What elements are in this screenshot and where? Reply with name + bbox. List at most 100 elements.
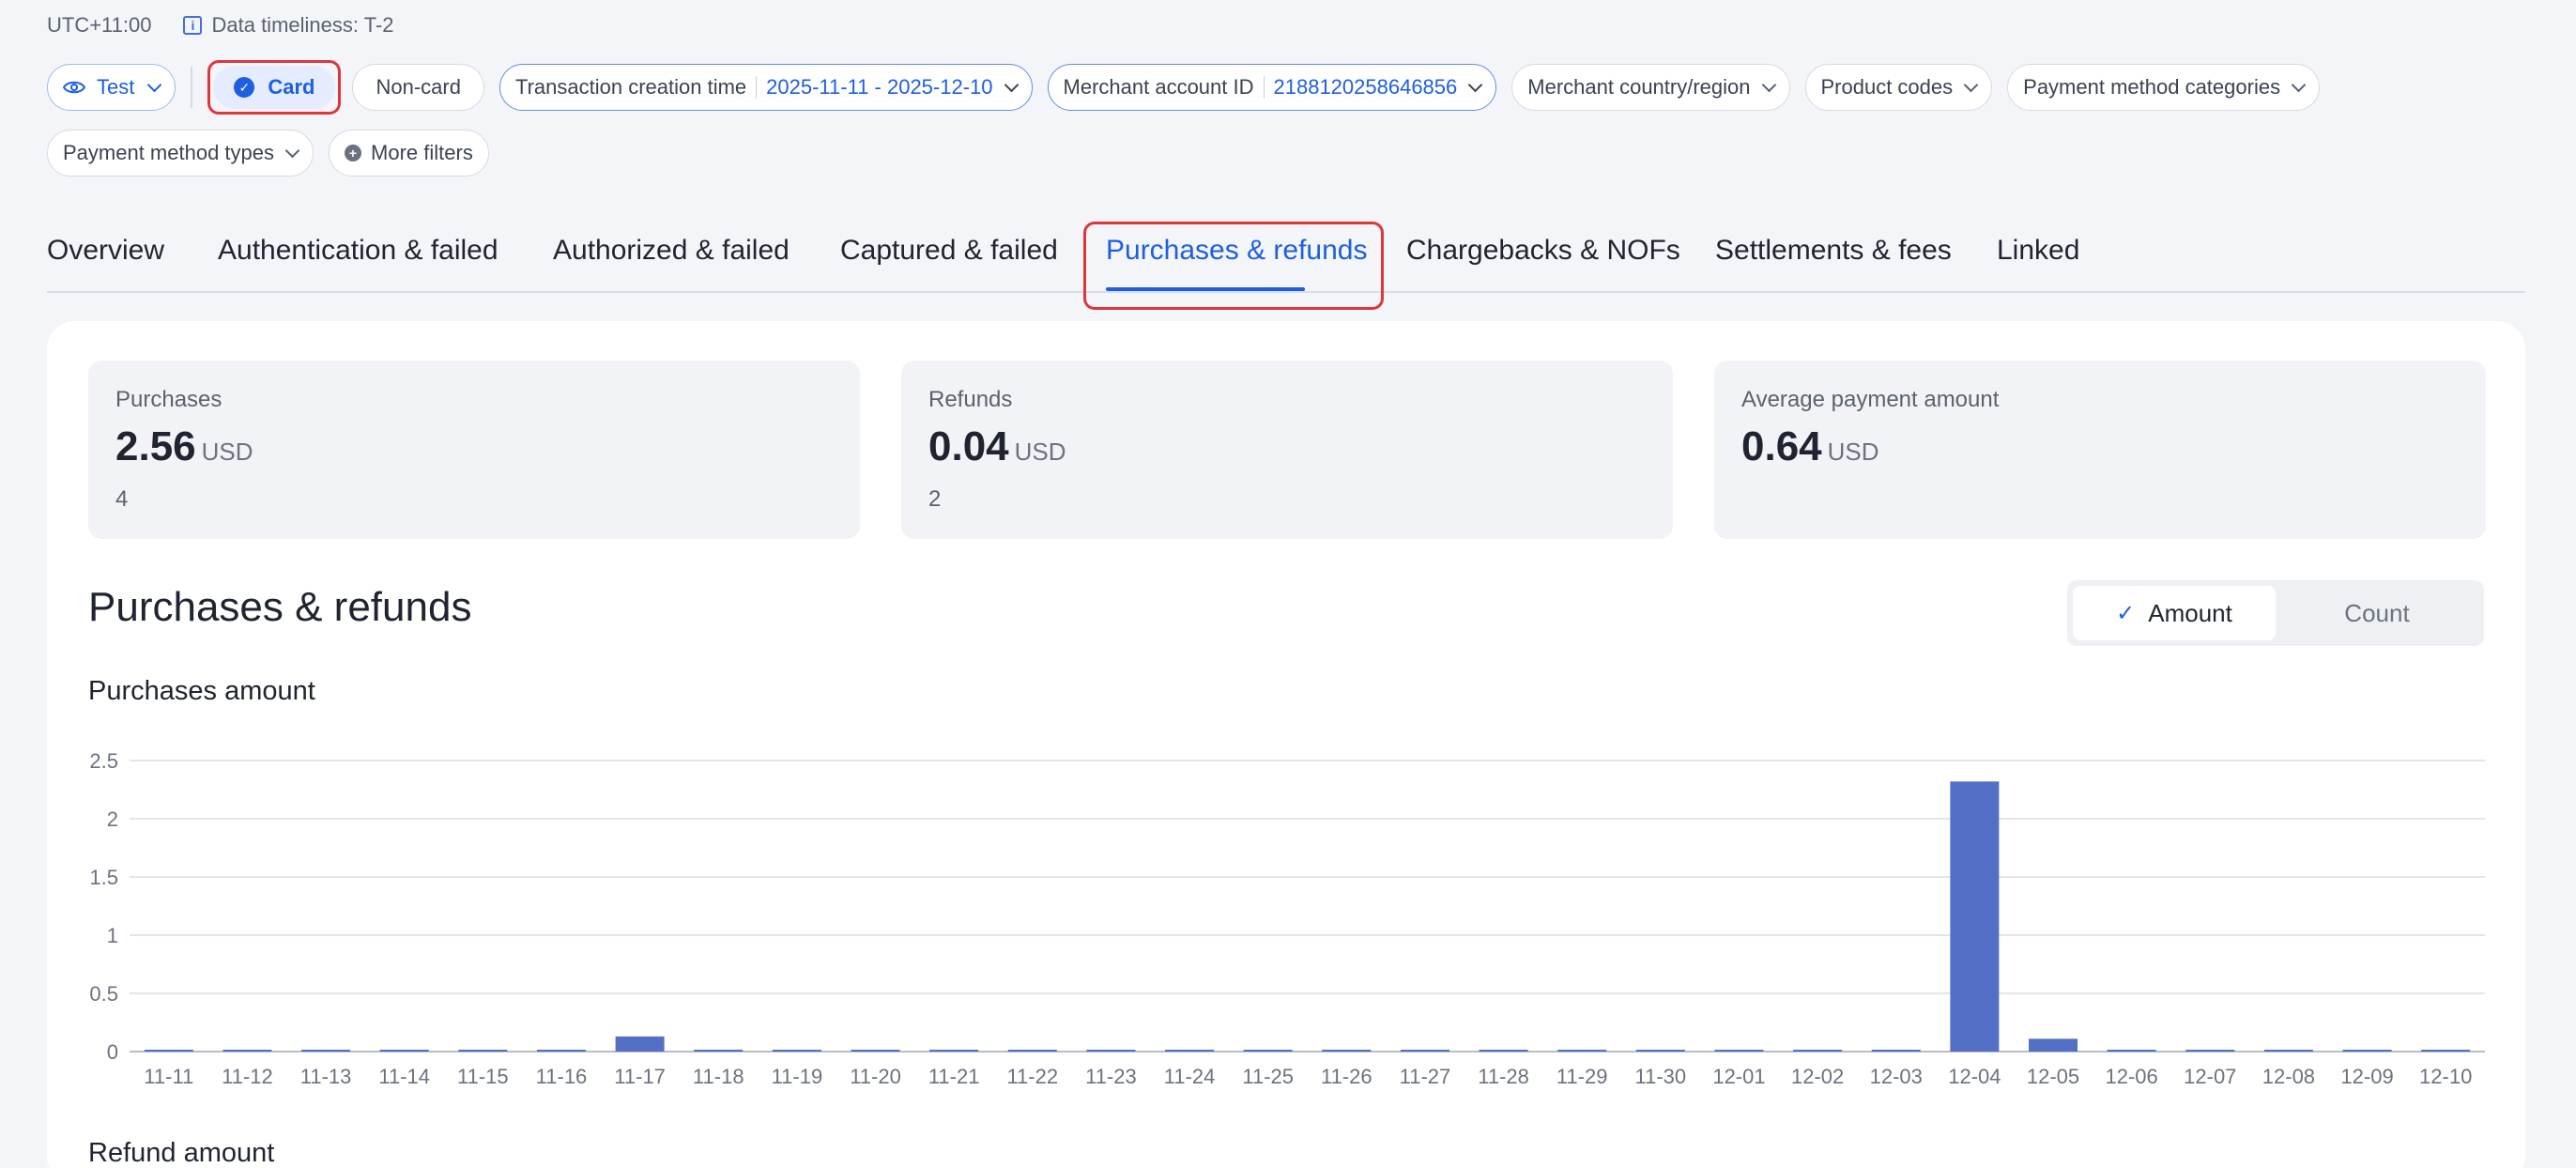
- bar[interactable]: [1793, 1050, 1843, 1052]
- bar[interactable]: [929, 1050, 979, 1052]
- bar[interactable]: [1400, 1050, 1449, 1052]
- x-tick-label: 12-08: [2262, 1065, 2315, 1088]
- x-tick-label: 12-10: [2419, 1065, 2472, 1088]
- bar[interactable]: [2421, 1050, 2471, 1052]
- tab-chargebacks-nofs[interactable]: Chargebacks & NOFs: [1406, 235, 1680, 267]
- payment-method-categories-label: Payment method categories: [2023, 75, 2281, 99]
- bar[interactable]: [1007, 1050, 1057, 1052]
- bar[interactable]: [222, 1050, 272, 1052]
- bar[interactable]: [1950, 781, 2000, 1052]
- product-codes-filter[interactable]: Product codes: [1804, 64, 1993, 111]
- separator: [1263, 76, 1265, 99]
- product-codes-label: Product codes: [1820, 75, 1954, 99]
- x-tick-label: 11-20: [850, 1065, 901, 1088]
- stat-count: 4: [115, 486, 129, 512]
- bar[interactable]: [2029, 1038, 2078, 1052]
- tab-settlements-fees[interactable]: Settlements & fees: [1715, 235, 1952, 267]
- x-tick-label: 12-04: [1948, 1065, 2001, 1088]
- bar[interactable]: [1557, 1050, 1607, 1052]
- payment-method-types-filter[interactable]: Payment method types: [47, 130, 314, 177]
- x-tick-label: 11-19: [772, 1065, 823, 1088]
- payment-method-categories-filter[interactable]: Payment method categories: [2007, 64, 2321, 111]
- bar[interactable]: [615, 1036, 665, 1052]
- check-circle-icon: ✓: [234, 77, 255, 98]
- stat-value: 0.04 USD: [928, 426, 1646, 468]
- info-icon: i: [183, 16, 203, 35]
- bar[interactable]: [851, 1050, 900, 1052]
- amount-count-toggle: ✓ Amount Count: [2067, 580, 2484, 646]
- bar[interactable]: [1635, 1050, 1685, 1052]
- x-tick-label: 11-25: [1242, 1065, 1294, 1088]
- content-panel: Purchases 2.56 USD 4 Refunds 0.04 USD 2 Av…: [47, 321, 2525, 1168]
- transaction-time-filter[interactable]: Transaction creation time 2025-11-11 - 2…: [498, 64, 1033, 111]
- timeliness-label: Data timeliness: T-2: [211, 13, 394, 37]
- y-tick-label: 2: [107, 807, 118, 831]
- filter-bar: Test ✓ Card Non-card Transaction creatio…: [47, 60, 2394, 177]
- bar[interactable]: [379, 1050, 429, 1052]
- bar[interactable]: [2263, 1050, 2313, 1052]
- x-tick-label: 11-28: [1478, 1065, 1529, 1088]
- y-tick-label: 1: [107, 924, 118, 947]
- tab-authorized-failed[interactable]: Authorized & failed: [553, 235, 790, 267]
- refund-chart-title: Refund amount: [88, 1138, 275, 1168]
- tab-purchases-refunds[interactable]: Purchases & refunds: [1106, 235, 1367, 267]
- amount-label: Amount: [2148, 598, 2232, 627]
- average-amount-stat-card: Average payment amount 0.64 USD: [1714, 361, 2486, 539]
- merchant-country-filter[interactable]: Merchant country/region: [1511, 64, 1790, 111]
- more-filters-button[interactable]: + More filters: [329, 130, 489, 177]
- x-tick-label: 12-07: [2184, 1065, 2236, 1088]
- environment-select[interactable]: Test: [47, 64, 176, 111]
- more-filters-label: More filters: [371, 141, 473, 164]
- chevron-down-icon: [1761, 77, 1776, 92]
- count-toggle-option[interactable]: Count: [2276, 586, 2478, 640]
- tab-authentication-failed[interactable]: Authentication & failed: [218, 235, 498, 267]
- bar[interactable]: [694, 1050, 744, 1052]
- chevron-down-icon: [1963, 77, 1979, 92]
- x-tick-label: 11-24: [1164, 1065, 1216, 1088]
- chevron-down-icon: [1004, 77, 1019, 92]
- x-tick-label: 12-05: [2027, 1065, 2079, 1088]
- bar[interactable]: [1322, 1050, 1372, 1052]
- bar[interactable]: [2342, 1050, 2392, 1052]
- bar[interactable]: [2107, 1050, 2156, 1052]
- card-toggle-highlight: ✓ Card: [207, 60, 342, 115]
- purchases-stat-card: Purchases 2.56 USD 4: [88, 361, 860, 539]
- bar[interactable]: [1479, 1050, 1528, 1052]
- tab-overview[interactable]: Overview: [47, 235, 164, 267]
- noncard-toggle-button[interactable]: Non-card: [352, 64, 484, 111]
- stat-count: 2: [928, 486, 942, 512]
- active-tab-indicator: [1106, 287, 1305, 291]
- merchant-account-filter[interactable]: Merchant account ID 2188120258646856: [1047, 64, 1497, 111]
- merchant-country-label: Merchant country/region: [1527, 75, 1751, 99]
- x-tick-label: 11-17: [614, 1065, 666, 1088]
- x-tick-label: 11-16: [536, 1065, 588, 1088]
- merchant-account-label: Merchant account ID: [1063, 75, 1254, 99]
- tab-linked[interactable]: Linked: [1997, 235, 2079, 267]
- bar[interactable]: [1165, 1050, 1215, 1052]
- bar[interactable]: [772, 1050, 821, 1052]
- bar[interactable]: [1243, 1050, 1293, 1052]
- stat-number: 0.04: [928, 423, 1009, 469]
- bar[interactable]: [536, 1050, 586, 1052]
- bar[interactable]: [144, 1050, 193, 1052]
- timezone-label: UTC+11:00: [47, 13, 152, 37]
- refunds-stat-card: Refunds 0.04 USD 2: [901, 361, 1673, 539]
- bar[interactable]: [458, 1050, 508, 1052]
- tab-bar: Overview Authentication & failed Authori…: [47, 222, 2525, 310]
- bar[interactable]: [1086, 1050, 1136, 1052]
- stat-unit: USD: [1827, 438, 1879, 466]
- x-tick-label: 11-13: [300, 1065, 352, 1088]
- plus-circle-icon: +: [345, 145, 362, 161]
- bar[interactable]: [1871, 1050, 1921, 1052]
- amount-toggle-option[interactable]: ✓ Amount: [2073, 586, 2276, 640]
- bar[interactable]: [301, 1050, 351, 1052]
- stat-value: 0.64 USD: [1741, 426, 2459, 468]
- data-timeliness: i Data timeliness: T-2: [183, 13, 394, 38]
- bar[interactable]: [1714, 1050, 1764, 1052]
- bar[interactable]: [2185, 1050, 2235, 1052]
- card-toggle-button[interactable]: ✓ Card: [213, 66, 336, 109]
- x-tick-label: 11-30: [1635, 1065, 1687, 1088]
- tab-captured-failed[interactable]: Captured & failed: [840, 235, 1058, 267]
- environment-label: Test: [97, 75, 135, 99]
- transaction-time-value: 2025-11-11 - 2025-12-10: [766, 75, 993, 99]
